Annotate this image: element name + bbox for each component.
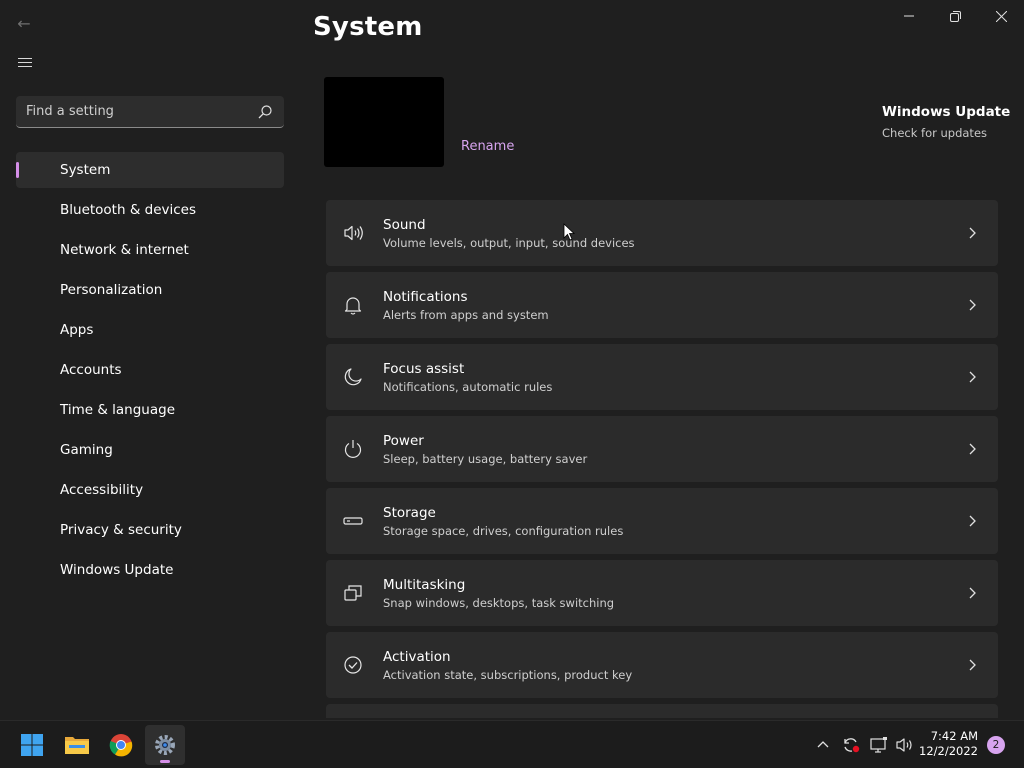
windows-update-shortcut[interactable]: Windows Update Check for updates <box>882 104 1010 140</box>
restore-icon <box>949 10 961 22</box>
sidebar-item-time-language[interactable]: Time & language <box>16 392 284 428</box>
sidebar-item-apps[interactable]: Apps <box>16 312 284 348</box>
search-input[interactable] <box>26 104 256 119</box>
chrome-button[interactable] <box>101 725 141 765</box>
chevron-right-icon <box>969 443 976 455</box>
windows-update-subtitle: Check for updates <box>882 126 988 140</box>
taskbar-clock[interactable]: 7:42 AM 12/2/2022 <box>919 729 978 759</box>
sidebar-item-label: System <box>60 162 111 178</box>
setting-title: Sound <box>383 216 426 233</box>
hamburger-menu-icon[interactable] <box>18 55 38 73</box>
volume-icon[interactable] <box>895 735 915 755</box>
sidebar-item-label: Network & internet <box>60 242 189 258</box>
sidebar-item-windows-update[interactable]: Windows Update <box>16 552 284 588</box>
chrome-icon <box>109 734 133 757</box>
setting-title: Notifications <box>383 288 468 305</box>
search-box[interactable] <box>16 96 284 128</box>
file-explorer-button[interactable] <box>57 725 97 765</box>
setting-subtitle: Snap windows, desktops, task switching <box>383 595 615 610</box>
check-circle-icon <box>342 654 364 676</box>
multitasking-icon <box>342 582 364 604</box>
chevron-right-icon <box>969 587 976 599</box>
taskbar: 7:42 AM 12/2/2022 2 <box>0 720 1024 768</box>
setting-title: Power <box>383 432 424 449</box>
sync-icon[interactable] <box>841 735 861 755</box>
sidebar-nav: System Bluetooth & devices Network & int… <box>16 152 284 592</box>
sidebar-item-label: Windows Update <box>60 562 174 578</box>
setting-storage[interactable]: Storage Storage space, drives, configura… <box>326 488 998 554</box>
clock-time: 7:42 AM <box>930 729 978 743</box>
active-app-indicator <box>160 760 170 763</box>
settings-app-button[interactable] <box>145 725 185 765</box>
search-icon[interactable] <box>256 103 274 121</box>
sidebar-item-personalization[interactable]: Personalization <box>16 272 284 308</box>
sidebar-item-accessibility[interactable]: Accessibility <box>16 472 284 508</box>
sidebar-item-network-internet[interactable]: Network & internet <box>16 232 284 268</box>
speaker-icon <box>342 222 364 244</box>
setting-title: Focus assist <box>383 360 465 377</box>
setting-subtitle: Sleep, battery usage, battery saver <box>383 451 588 466</box>
sidebar-item-privacy-security[interactable]: Privacy & security <box>16 512 284 548</box>
setting-title: Activation <box>383 648 451 665</box>
minimize-icon <box>904 15 914 17</box>
chevron-right-icon <box>969 371 976 383</box>
system-tray <box>815 721 915 768</box>
moon-icon <box>342 366 364 388</box>
settings-list: Sound Volume levels, output, input, soun… <box>326 200 998 718</box>
sidebar-item-label: Bluetooth & devices <box>60 202 197 218</box>
start-button[interactable] <box>12 725 52 765</box>
sidebar-item-system[interactable]: System <box>16 152 284 188</box>
setting-title: Storage <box>383 504 436 521</box>
mouse-cursor-icon <box>563 223 575 241</box>
sidebar-item-label: Apps <box>60 322 94 338</box>
chevron-right-icon <box>969 659 976 671</box>
bell-icon <box>342 294 364 316</box>
rename-link[interactable]: Rename <box>461 139 514 154</box>
storage-drive-icon <box>342 510 364 532</box>
clock-date: 12/2/2022 <box>919 744 978 758</box>
sidebar-item-accounts[interactable]: Accounts <box>16 352 284 388</box>
sidebar-item-label: Personalization <box>60 282 163 298</box>
setting-power[interactable]: Power Sleep, battery usage, battery save… <box>326 416 998 482</box>
setting-sound[interactable]: Sound Volume levels, output, input, soun… <box>326 200 998 266</box>
notification-count-badge[interactable]: 2 <box>987 736 1005 754</box>
close-button[interactable] <box>978 0 1024 32</box>
chevron-up-icon[interactable] <box>815 737 831 753</box>
network-icon[interactable] <box>869 735 889 755</box>
setting-notifications[interactable]: Notifications Alerts from apps and syste… <box>326 272 998 338</box>
back-arrow-icon[interactable]: ← <box>14 14 34 34</box>
restore-button[interactable] <box>932 0 978 32</box>
setting-subtitle: Volume levels, output, input, sound devi… <box>383 235 635 250</box>
setting-subtitle: Activation state, subscriptions, product… <box>383 667 633 682</box>
chevron-right-icon <box>969 227 976 239</box>
close-icon <box>995 10 1007 22</box>
windows-update-title: Windows Update <box>882 104 1011 120</box>
windows-logo-icon <box>21 734 43 756</box>
setting-subtitle: Notifications, automatic rules <box>383 379 553 394</box>
setting-focus-assist[interactable]: Focus assist Notifications, automatic ru… <box>326 344 998 410</box>
sidebar-item-bluetooth-devices[interactable]: Bluetooth & devices <box>16 192 284 228</box>
window-controls <box>886 0 1024 32</box>
sidebar-item-label: Privacy & security <box>60 522 182 538</box>
folder-icon <box>65 737 89 754</box>
setting-subtitle: Storage space, drives, configuration rul… <box>383 523 624 538</box>
sidebar-item-label: Time & language <box>60 402 176 418</box>
chevron-right-icon <box>969 299 976 311</box>
setting-activation[interactable]: Activation Activation state, subscriptio… <box>326 632 998 698</box>
minimize-button[interactable] <box>886 0 932 32</box>
page-title: System <box>313 12 423 42</box>
gear-icon <box>155 735 175 755</box>
device-thumbnail <box>324 77 444 167</box>
sidebar-item-label: Accessibility <box>60 482 144 498</box>
chevron-right-icon <box>969 515 976 527</box>
sidebar-item-label: Gaming <box>60 442 113 458</box>
setting-subtitle: Alerts from apps and system <box>383 307 549 322</box>
sidebar-item-label: Accounts <box>60 362 122 378</box>
sidebar-item-gaming[interactable]: Gaming <box>16 432 284 468</box>
power-icon <box>342 438 364 460</box>
setting-title: Multitasking <box>383 576 466 593</box>
setting-partial-next[interactable] <box>326 704 998 718</box>
setting-multitasking[interactable]: Multitasking Snap windows, desktops, tas… <box>326 560 998 626</box>
